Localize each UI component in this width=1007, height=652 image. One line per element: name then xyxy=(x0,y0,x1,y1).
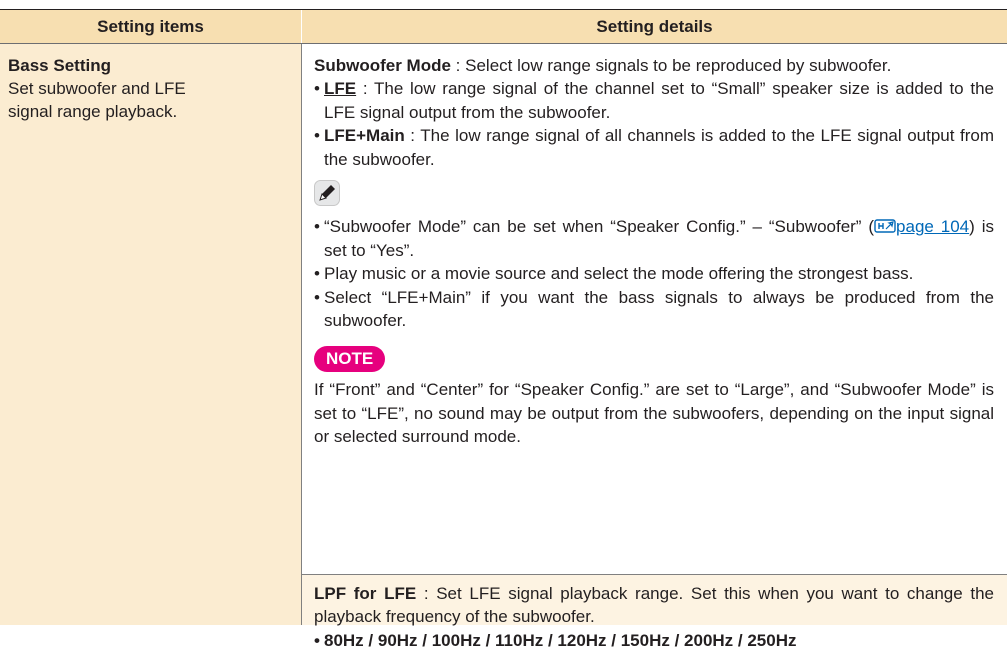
note-badge: NOTE xyxy=(314,346,386,373)
subwoofer-mode-text: : Select low range signals to be reprodu… xyxy=(450,56,892,75)
option-lfe-main-text: : The low range signal of all channels i… xyxy=(324,126,994,169)
setting-item-title: Bass Setting xyxy=(8,56,111,75)
lpf-option-separator: / xyxy=(417,630,432,650)
lpf-for-lfe-details: LPF for LFE : Set LFE signal playback ra… xyxy=(314,582,994,652)
option-lfe-label: LFE xyxy=(324,79,357,99)
table-header: Setting items Setting details xyxy=(0,10,1007,44)
option-lfe-text: : The low range signal of the channel se… xyxy=(324,79,994,122)
lpf-option: 90Hz xyxy=(377,630,418,650)
subwoofer-mode-paragraph: Subwoofer Mode : Select low range signal… xyxy=(314,54,994,77)
lpf-paragraph: LPF for LFE : Set LFE signal playback ra… xyxy=(314,582,994,629)
setting-item-desc-line1: Set subwoofer and LFE xyxy=(8,79,186,98)
lpf-text: : Set LFE signal playback range. Set thi… xyxy=(314,584,994,627)
lpf-option-separator: / xyxy=(363,630,378,650)
tip-strongest-bass: Play music or a movie source and select … xyxy=(314,262,994,286)
setting-item-desc-line2: signal range playback. xyxy=(8,102,178,121)
tip1-text-a: “Subwoofer Mode” can be set when “Speake… xyxy=(324,217,875,237)
lpf-option: 250Hz xyxy=(747,630,797,650)
header-setting-items: Setting items xyxy=(97,17,204,36)
option-lfe: LFE : The low range signal of the channe… xyxy=(314,77,994,124)
lpf-option-separator: / xyxy=(733,630,748,650)
lpf-option-separator: / xyxy=(606,630,621,650)
lpf-option: 100Hz xyxy=(431,630,481,650)
page-104-link[interactable]: page 104 xyxy=(896,217,969,236)
lpf-option: 120Hz xyxy=(557,630,607,650)
lpf-option: 150Hz xyxy=(620,630,670,650)
option-lfe-main: LFE+Main : The low range signal of all c… xyxy=(314,124,994,171)
lpf-option: 200Hz xyxy=(684,630,734,650)
subwoofer-mode-label: Subwoofer Mode xyxy=(314,56,451,75)
option-lfe-main-label: LFE+Main xyxy=(324,126,405,146)
page-reference-icon xyxy=(874,219,896,234)
tip-lfe-main: Select “LFE+Main” if you want the bass s… xyxy=(314,286,994,333)
lpf-option: 110Hz xyxy=(495,630,544,650)
subwoofer-mode-details: Subwoofer Mode : Select low range signal… xyxy=(314,54,994,449)
lpf-label: LPF for LFE xyxy=(314,584,417,603)
setting-item-bass: Bass Setting Set subwoofer and LFE signa… xyxy=(8,54,288,123)
lpf-option-separator: / xyxy=(669,630,685,650)
tip-subwoofer-mode-condition: “Subwoofer Mode” can be set when “Speake… xyxy=(314,215,994,262)
lpf-options: 80Hz / 90Hz / 100Hz / 110Hz / 120Hz / 15… xyxy=(314,629,994,652)
lpf-option-separator: / xyxy=(480,630,496,650)
lpf-option: 80Hz xyxy=(324,630,364,650)
pencil-note-icon xyxy=(314,180,340,207)
lpf-option-separator: / xyxy=(543,630,558,650)
header-setting-details: Setting details xyxy=(596,17,713,36)
setting-items-column xyxy=(0,44,301,625)
settings-table: Setting items Setting details Bass Setti… xyxy=(0,0,1007,652)
note-text: If “Front” and “Center” for “Speaker Con… xyxy=(314,380,994,447)
